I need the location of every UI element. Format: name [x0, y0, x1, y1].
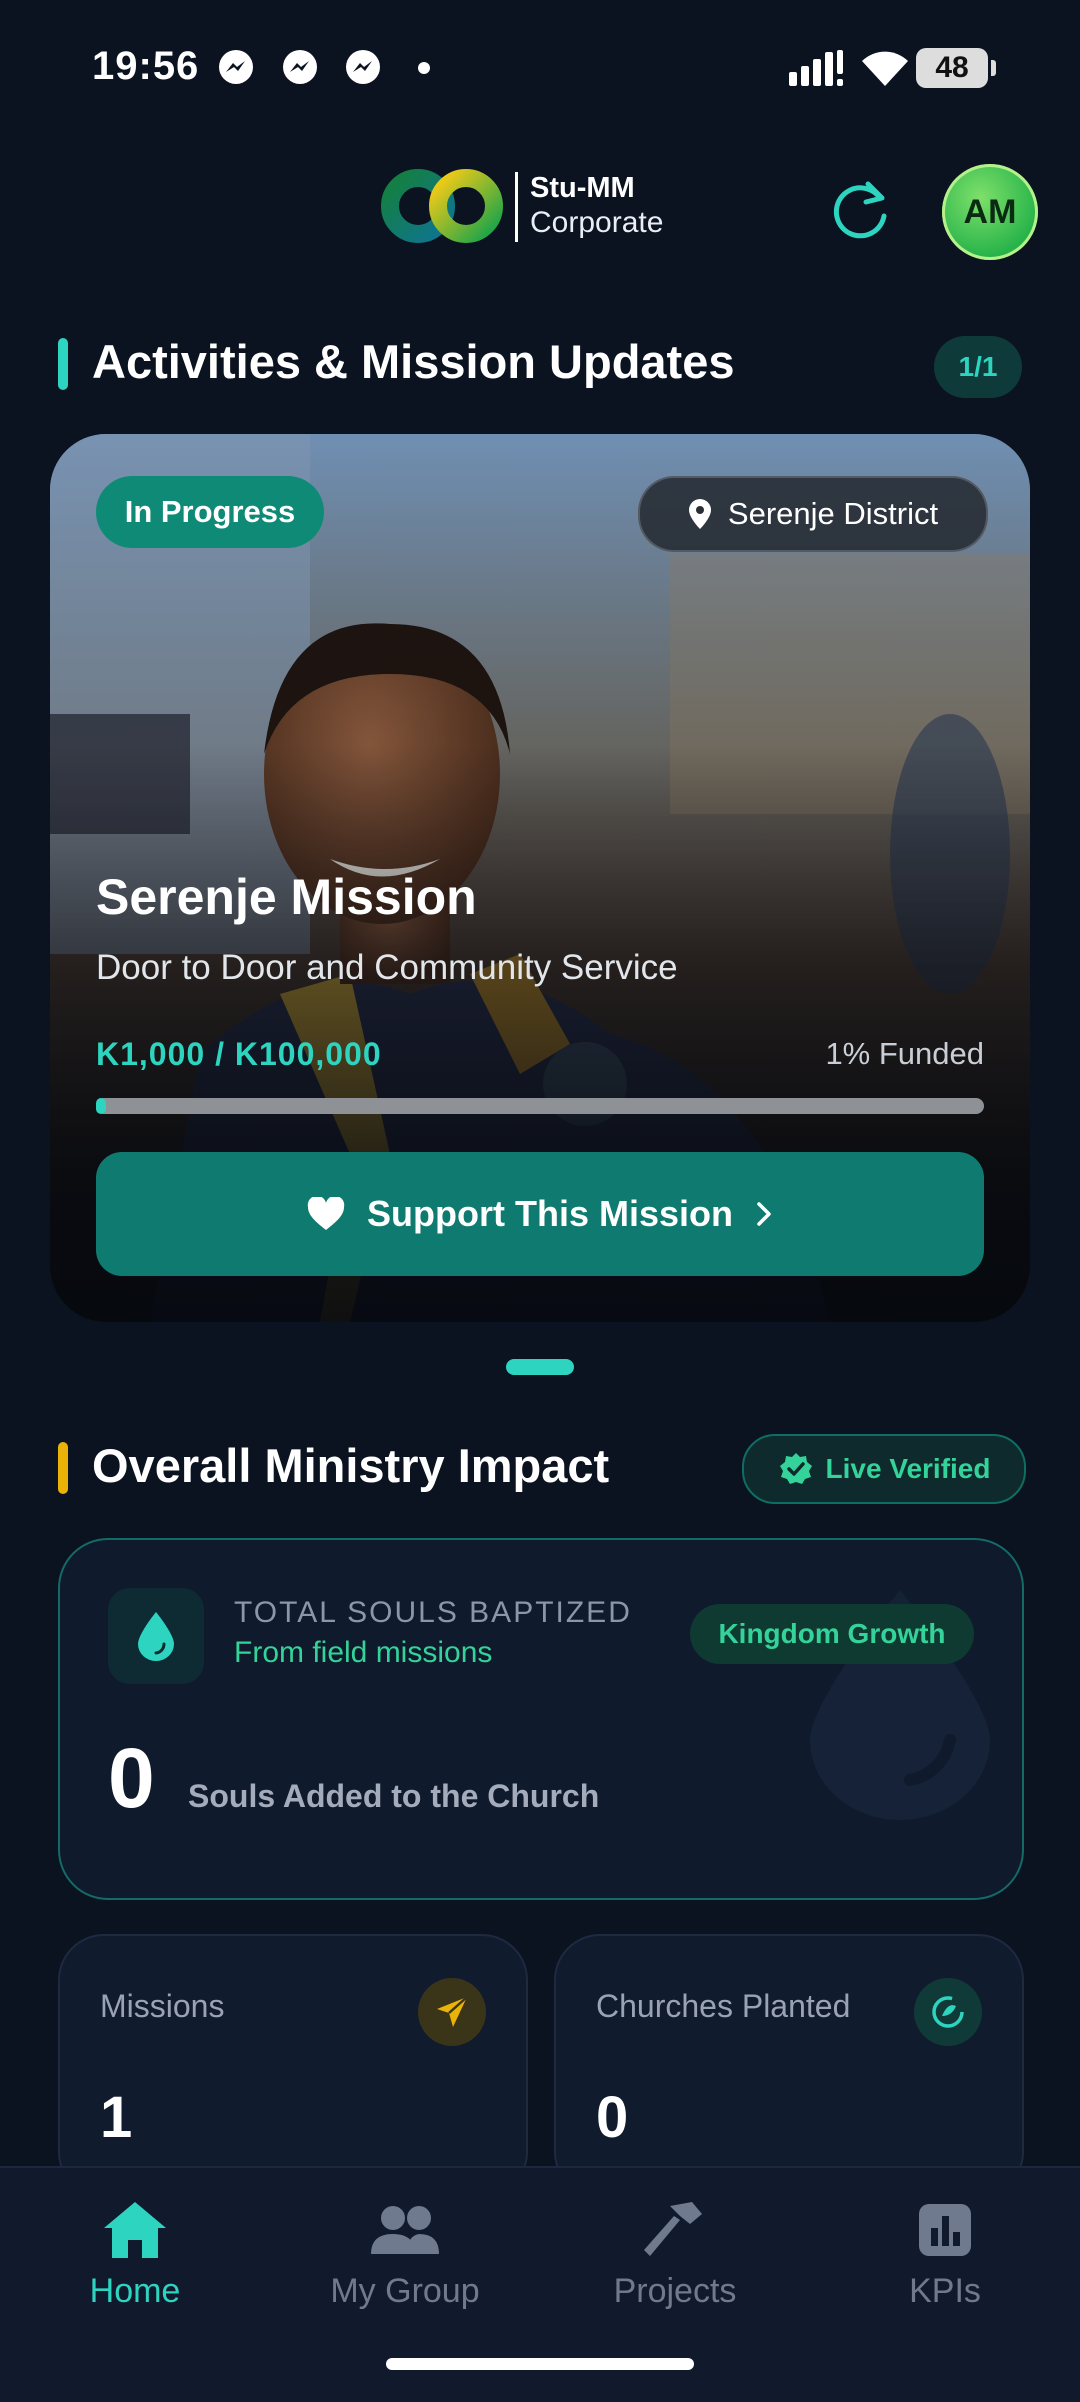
group-icon — [371, 2206, 439, 2254]
nav-label-projects: Projects — [613, 2272, 737, 2310]
nav-item-kpis[interactable]: KPIs — [810, 2198, 1080, 2311]
avatar[interactable]: AM — [942, 164, 1038, 260]
mission-subtitle: Door to Door and Community Service — [96, 948, 678, 987]
status-bar: 19:56 48 — [0, 0, 1080, 130]
souls-baptized-sublabel: From field missions — [234, 1636, 493, 1669]
messenger-icon — [346, 50, 380, 84]
heart-icon — [307, 1197, 345, 1230]
stat-value: 1 — [100, 2085, 133, 2150]
brand-subtitle: Corporate — [530, 206, 664, 239]
mission-title: Serenje Mission — [96, 869, 477, 925]
support-mission-button[interactable]: Support This Mission — [96, 1152, 984, 1276]
live-verified-label: Live Verified — [825, 1453, 991, 1484]
nav-item-my-group[interactable]: My Group — [270, 2198, 540, 2311]
water-drop-badge — [108, 1588, 204, 1684]
souls-baptized-value: 0 — [108, 1731, 155, 1825]
carousel-pager: 1/1 — [934, 336, 1022, 398]
status-badge: In Progress — [96, 476, 324, 548]
stat-card-churches-planted[interactable]: Churches Planted 0 — [554, 1934, 1024, 2198]
brand-divider — [515, 172, 518, 242]
signal-icon — [789, 50, 843, 86]
nav-item-home[interactable]: Home — [0, 2198, 270, 2311]
souls-added-label: Souls Added to the Church — [188, 1778, 600, 1814]
funding-progress-fill — [96, 1098, 106, 1114]
messenger-icon — [219, 50, 253, 84]
funding-percent: 1% Funded — [825, 1036, 984, 1071]
carousel-indicator[interactable] — [506, 1359, 574, 1375]
church-icon — [914, 1978, 982, 2046]
location-badge: Serenje District — [638, 476, 988, 552]
souls-baptized-card: TOTAL SOULS BAPTIZED From field missions… — [58, 1538, 1024, 1900]
stat-card-missions[interactable]: Missions 1 — [58, 1934, 528, 2198]
verified-check-icon — [779, 1453, 812, 1484]
water-drop-icon — [138, 1612, 174, 1661]
live-verified-badge: Live Verified — [742, 1434, 1026, 1504]
support-button-label: Support This Mission — [367, 1193, 733, 1234]
funding-progress-bar — [96, 1098, 984, 1114]
home-indicator[interactable] — [386, 2358, 694, 2370]
logo-icon — [381, 169, 503, 243]
wifi-icon — [862, 51, 908, 86]
hammer-icon — [644, 2202, 702, 2256]
nav-label-my-group: My Group — [330, 2272, 480, 2310]
messenger-icon — [283, 50, 317, 84]
nav-label-home: Home — [89, 2272, 181, 2310]
battery-icon: 48 — [916, 48, 996, 88]
section-accent-bar — [58, 1442, 68, 1494]
nav-item-projects[interactable]: Projects — [540, 2198, 810, 2311]
paper-plane-icon — [418, 1978, 486, 2046]
stat-label: Missions — [100, 1988, 225, 2024]
stat-label: Churches Planted — [596, 1988, 851, 2024]
section-title-activities: Activities & Mission Updates — [92, 335, 735, 388]
notification-dot-icon — [418, 62, 430, 74]
brand-name: Stu-MM — [530, 172, 635, 204]
stat-value: 0 — [596, 2085, 629, 2150]
souls-baptized-label: TOTAL SOULS BAPTIZED — [234, 1596, 632, 1629]
chevron-right-icon — [757, 1202, 771, 1226]
chart-icon — [919, 2204, 971, 2256]
refresh-icon[interactable] — [828, 176, 896, 244]
section-accent-bar — [58, 338, 68, 390]
kingdom-growth-tag: Kingdom Growth — [690, 1604, 974, 1664]
status-time: 19:56 — [92, 44, 200, 88]
location-pin-icon — [688, 499, 711, 529]
section-title-impact: Overall Ministry Impact — [92, 1439, 610, 1492]
location-label: Serenje District — [727, 496, 939, 531]
mission-card[interactable]: In Progress Serenje District Serenje Mis… — [50, 434, 1030, 1322]
nav-label-kpis: KPIs — [909, 2272, 981, 2310]
funding-amount: K1,000 / K100,000 — [96, 1036, 382, 1072]
home-icon — [104, 2202, 166, 2258]
